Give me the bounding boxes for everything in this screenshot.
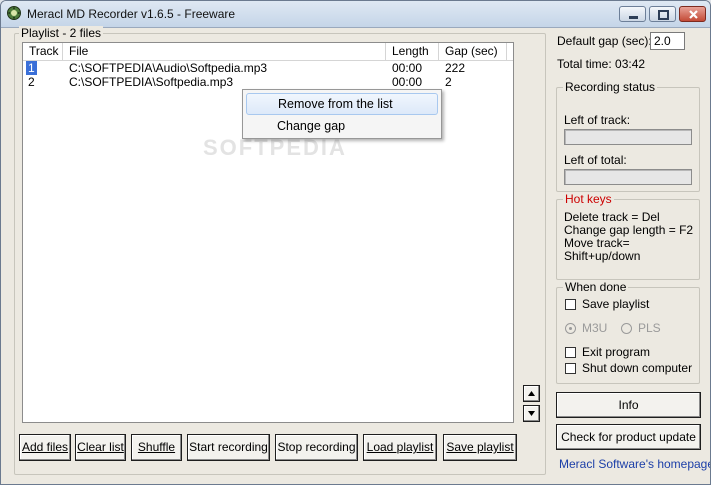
column-header-gap[interactable]: Gap (sec) [439,43,507,60]
pls-label: PLS [638,321,661,335]
column-header-track[interactable]: Track [23,43,63,60]
total-time-label: Total time: 03:42 [557,57,646,71]
gap-cell: 222 [445,61,466,75]
menu-item-remove[interactable]: Remove from the list [246,93,438,115]
hotkey-line: Shift+up/down [564,249,641,263]
file-cell: C:\SOFTPEDIA\Audio\Softpedia.mp3 [69,61,268,75]
stop-recording-button[interactable]: Stop recording [275,434,358,461]
save-playlist-option-label: Save playlist [582,297,650,311]
arrow-down-icon [528,411,535,416]
info-button[interactable]: Info [556,392,701,418]
clear-list-button[interactable]: Clear list [75,434,126,461]
homepage-link[interactable]: Meracl Software's homepage [559,457,710,471]
pls-radio[interactable] [621,323,632,334]
load-playlist-button[interactable]: Load playlist [363,434,437,461]
close-icon [689,10,698,19]
gap-cell: 2 [445,75,452,89]
shut-down-checkbox[interactable] [565,363,576,374]
exit-program-checkbox[interactable] [565,347,576,358]
exit-program-label: Exit program [582,345,651,359]
move-down-button[interactable] [523,405,540,422]
hotkey-line: Delete track = Del [564,210,660,224]
track-number-cell: 1 [26,61,37,75]
total-progress-bar [564,169,692,185]
window-title: Meracl MD Recorder v1.6.5 - Freeware [27,7,236,21]
track-progress-bar [564,129,692,145]
when-done-label: When done [563,280,629,294]
arrow-up-icon [528,391,535,396]
length-cell: 00:00 [392,61,423,75]
m3u-radio[interactable] [565,323,576,334]
maximize-icon [658,10,669,20]
start-recording-button[interactable]: Start recording [187,434,270,461]
context-menu: Remove from the list Change gap [242,89,442,139]
hot-keys-label: Hot keys [563,192,614,206]
move-up-button[interactable] [523,385,540,402]
shut-down-label: Shut down computer [582,361,693,375]
playlist-group-label: Playlist - 2 files [19,26,104,40]
save-playlist-button[interactable]: Save playlist [443,434,517,461]
recording-status-label: Recording status [563,80,658,94]
column-header-length[interactable]: Length [386,43,439,60]
default-gap-label: Default gap (sec): [557,34,652,48]
app-window: Meracl MD Recorder v1.6.5 - Freeware Pla… [0,0,711,485]
table-row[interactable]: 1 C:\SOFTPEDIA\Audio\Softpedia.mp3 00:00… [23,61,513,75]
file-cell: C:\SOFTPEDIA\Softpedia.mp3 [69,75,234,89]
m3u-label: M3U [582,321,608,335]
minimize-button[interactable] [619,6,646,22]
table-header: Track File Length Gap (sec) [23,43,513,61]
shuffle-button[interactable]: Shuffle [131,434,182,461]
minimize-icon [629,16,638,19]
table-row[interactable]: 2 C:\SOFTPEDIA\Softpedia.mp3 00:00 2 [23,75,513,89]
app-icon [7,6,21,20]
check-update-button[interactable]: Check for product update [556,424,701,450]
hotkey-line: Change gap length = F2 [564,223,694,237]
add-files-button[interactable]: Add files [19,434,71,461]
title-bar[interactable]: Meracl MD Recorder v1.6.5 - Freeware [1,1,710,28]
left-of-track-label: Left of track: [564,113,631,127]
default-gap-field[interactable]: 2.0 [650,32,685,50]
maximize-button[interactable] [649,6,676,22]
column-header-file[interactable]: File [63,43,386,60]
menu-item-change-gap[interactable]: Change gap [246,115,438,137]
save-playlist-checkbox[interactable] [565,299,576,310]
close-button[interactable] [679,6,706,22]
hotkey-line: Move track= [564,236,630,250]
left-of-total-label: Left of total: [564,153,627,167]
length-cell: 00:00 [392,75,423,89]
track-number-cell: 2 [28,75,35,89]
